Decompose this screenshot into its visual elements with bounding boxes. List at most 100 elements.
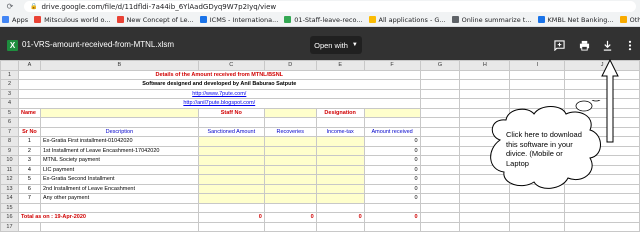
column-header[interactable]: H xyxy=(459,60,511,71)
cell[interactable] xyxy=(197,202,265,213)
cell[interactable] xyxy=(363,221,421,232)
sheet-title[interactable]: Details of the Amount received from MTNL… xyxy=(17,69,421,80)
received-cell[interactable]: 0 xyxy=(363,193,421,204)
download-icon[interactable] xyxy=(601,39,613,51)
designation-value[interactable] xyxy=(363,107,421,118)
sr-cell[interactable]: 4 xyxy=(17,164,41,175)
cell[interactable] xyxy=(419,202,461,213)
bookmark-item[interactable]: KMBL Net Banking... xyxy=(537,14,614,26)
cell[interactable] xyxy=(17,117,41,128)
desc-cell[interactable]: LIC payment xyxy=(39,164,199,175)
column-header[interactable]: A xyxy=(17,60,41,71)
sanctioned-cell[interactable] xyxy=(197,145,265,156)
cell[interactable] xyxy=(459,202,511,213)
received-cell[interactable]: 0 xyxy=(363,183,421,194)
cell[interactable] xyxy=(315,117,365,128)
cell[interactable] xyxy=(419,136,461,147)
sr-cell[interactable]: 7 xyxy=(17,193,41,204)
income-tax-cell[interactable] xyxy=(315,193,365,204)
cell[interactable] xyxy=(509,221,566,232)
desc-cell[interactable]: Ex-Gratia First installment-01042020 xyxy=(39,136,199,147)
header-description[interactable]: Description xyxy=(39,126,199,137)
sanctioned-cell[interactable] xyxy=(197,164,265,175)
cell[interactable] xyxy=(197,117,265,128)
row-number[interactable]: 8 xyxy=(0,136,19,147)
cell[interactable] xyxy=(509,69,566,80)
sr-cell[interactable]: 2 xyxy=(17,145,41,156)
designation-label[interactable]: Designation xyxy=(315,107,365,118)
bookmark-item[interactable]: 01-Staff-leave-reco... xyxy=(284,14,363,26)
row-number[interactable]: 13 xyxy=(0,183,19,194)
more-icon[interactable] xyxy=(624,39,636,51)
sr-cell[interactable]: 6 xyxy=(17,183,41,194)
total-label[interactable]: Total as on : 19-Apr-2020 xyxy=(17,212,199,223)
cell[interactable] xyxy=(39,202,199,213)
cell[interactable] xyxy=(459,69,511,80)
recoveries-cell[interactable] xyxy=(263,136,317,147)
cell[interactable] xyxy=(17,202,41,213)
column-header[interactable]: D xyxy=(263,60,317,71)
cell[interactable] xyxy=(263,117,317,128)
cell[interactable] xyxy=(459,88,511,99)
cell[interactable] xyxy=(363,202,421,213)
cell[interactable] xyxy=(419,88,461,99)
recoveries-cell[interactable] xyxy=(263,164,317,175)
row-number[interactable]: 16 xyxy=(0,212,19,223)
income-tax-cell[interactable] xyxy=(315,155,365,166)
header-received[interactable]: Amount received xyxy=(363,126,421,137)
cell[interactable] xyxy=(419,145,461,156)
total-income-tax[interactable]: 0 xyxy=(315,212,365,223)
recoveries-cell[interactable] xyxy=(263,155,317,166)
cell[interactable] xyxy=(459,79,511,90)
received-cell[interactable]: 0 xyxy=(363,155,421,166)
row-number[interactable]: 10 xyxy=(0,155,19,166)
row-number[interactable]: 14 xyxy=(0,193,19,204)
sr-cell[interactable]: 1 xyxy=(17,136,41,147)
recoveries-cell[interactable] xyxy=(263,183,317,194)
row-number[interactable]: 17 xyxy=(0,221,19,232)
sheet-subtitle[interactable]: Software designed and developed by Anil … xyxy=(17,79,421,90)
cell[interactable] xyxy=(419,221,461,232)
cell[interactable] xyxy=(419,117,461,128)
website-link[interactable]: http://www.7pute.com/ xyxy=(17,88,421,99)
staff-no-value[interactable] xyxy=(263,107,317,118)
cell[interactable] xyxy=(509,88,566,99)
cell[interactable] xyxy=(315,202,365,213)
cell[interactable] xyxy=(419,79,461,90)
name-label[interactable]: Name xyxy=(17,107,41,118)
recoveries-cell[interactable] xyxy=(263,145,317,156)
cell[interactable] xyxy=(419,212,461,223)
column-header[interactable]: G xyxy=(419,60,461,71)
row-number[interactable]: 11 xyxy=(0,164,19,175)
cell[interactable] xyxy=(564,202,640,213)
cell[interactable] xyxy=(419,107,461,118)
sanctioned-cell[interactable] xyxy=(197,155,265,166)
total-sanctioned[interactable]: 0 xyxy=(197,212,265,223)
total-received[interactable]: 0 xyxy=(363,212,421,223)
income-tax-cell[interactable] xyxy=(315,174,365,185)
cell[interactable] xyxy=(419,183,461,194)
bookmark-item[interactable]: All applications - G... xyxy=(368,14,446,26)
cell[interactable] xyxy=(419,98,461,109)
download-callout-text[interactable]: Click here to download this software in … xyxy=(506,130,584,168)
bookmark-item[interactable]: Online summarize t... xyxy=(451,14,532,26)
sanctioned-cell[interactable] xyxy=(197,183,265,194)
cell[interactable] xyxy=(263,221,317,232)
cell[interactable] xyxy=(564,212,640,223)
cell[interactable] xyxy=(363,117,421,128)
cell[interactable] xyxy=(419,174,461,185)
row-number[interactable]: 12 xyxy=(0,174,19,185)
received-cell[interactable]: 0 xyxy=(363,136,421,147)
row-number[interactable]: 5 xyxy=(0,107,19,118)
row-number[interactable]: 2 xyxy=(0,79,19,90)
income-tax-cell[interactable] xyxy=(315,183,365,194)
cell[interactable] xyxy=(263,202,317,213)
sanctioned-cell[interactable] xyxy=(197,174,265,185)
name-value[interactable] xyxy=(39,107,199,118)
column-header[interactable]: B xyxy=(39,60,199,71)
desc-cell[interactable]: Ex-Gratia Second Installment xyxy=(39,174,199,185)
bookmark-item[interactable]: Apps xyxy=(2,14,28,26)
cell[interactable] xyxy=(564,221,640,232)
corner-cell[interactable] xyxy=(0,60,19,71)
blog-link[interactable]: http://anil7pute.blogspot.com/ xyxy=(17,98,421,109)
